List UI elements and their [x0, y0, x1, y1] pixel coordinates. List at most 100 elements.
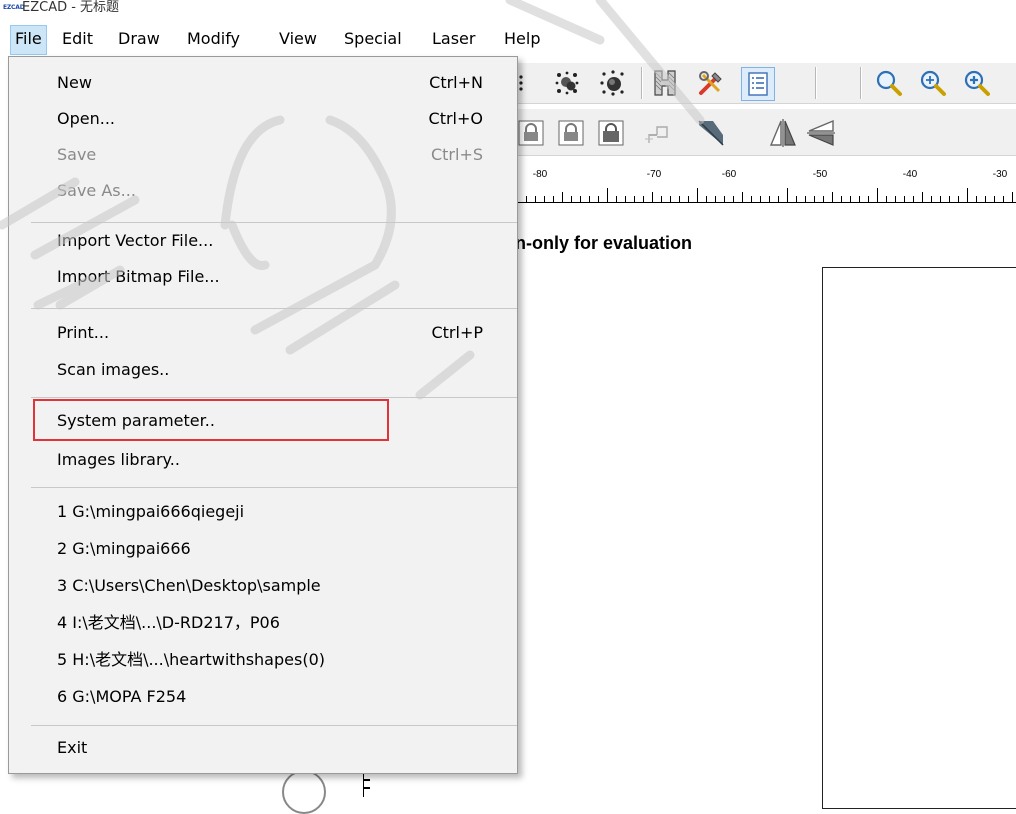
- ruler-tick: [526, 196, 527, 202]
- menu-item-print[interactable]: Print... Ctrl+P: [9, 317, 517, 351]
- menu-file[interactable]: File: [10, 25, 47, 55]
- lock-icon[interactable]: [515, 117, 547, 149]
- menu-modify[interactable]: Modify: [183, 25, 244, 53]
- ruler-tick: [895, 196, 896, 202]
- ruler-tick: [661, 196, 662, 202]
- menu-special[interactable]: Special: [340, 25, 406, 53]
- ruler-tick: [805, 196, 806, 202]
- ruler-tick: [823, 196, 824, 202]
- menu-item-scan-images[interactable]: Scan images..: [9, 354, 517, 388]
- recent-file-item[interactable]: 5 H:\老文档\...\heartwithshapes(0): [9, 644, 517, 678]
- ruler-tick: [994, 196, 995, 202]
- ruler-tick: [535, 196, 536, 202]
- menu-item-label: Save As...: [57, 181, 136, 200]
- menu-item-shortcut: Ctrl+P: [431, 323, 483, 342]
- side-tool-icon[interactable]: [282, 770, 326, 814]
- zoom-icon[interactable]: [873, 67, 905, 99]
- ruler-tick: [571, 196, 572, 202]
- recent-file-item[interactable]: 2 G:\mingpai666: [9, 533, 517, 567]
- list-icon[interactable]: [741, 67, 775, 101]
- menu-item-label: Print...: [57, 323, 110, 342]
- menu-item-save-as: Save As...: [9, 175, 517, 209]
- ruler-tick: [733, 196, 734, 202]
- lock-all-icon[interactable]: [595, 117, 627, 149]
- ruler-tick: [967, 188, 968, 202]
- menu-item-import-vector[interactable]: Import Vector File...: [9, 225, 517, 259]
- ruler-tick: [904, 196, 905, 202]
- ruler-tick: [832, 192, 833, 202]
- work-area-rect: [822, 267, 1016, 809]
- ruler-tick: [706, 196, 707, 202]
- ruler-label: -40: [902, 169, 918, 180]
- menu-laser[interactable]: Laser: [428, 25, 479, 53]
- menu-item-label: Import Bitmap File...: [57, 267, 220, 286]
- menu-item-label: Import Vector File...: [57, 231, 214, 250]
- menu-item-label: Save: [57, 145, 97, 164]
- zoom-in-icon[interactable]: [917, 67, 949, 99]
- menu-item-label: Images library..: [57, 450, 180, 469]
- ruler-tick: [751, 196, 752, 202]
- menu-edit[interactable]: Edit: [58, 25, 97, 53]
- ruler-tick: [643, 196, 644, 202]
- ruler-tick: [580, 196, 581, 202]
- menu-help[interactable]: Help: [500, 25, 544, 53]
- ruler-tick: [697, 188, 698, 202]
- menu-separator: [31, 222, 517, 223]
- vertical-ruler-stub: [363, 773, 372, 797]
- menu-draw[interactable]: Draw: [114, 25, 164, 53]
- menu-separator: [31, 397, 517, 398]
- hatch-icon[interactable]: [649, 67, 681, 99]
- ruler-tick: [814, 196, 815, 202]
- ruler-tick: [553, 196, 554, 202]
- window-title: EZCAD - 无标题: [22, 0, 120, 15]
- drawing-canvas[interactable]: n-only for evaluation: [515, 203, 1016, 809]
- ruler-tick: [634, 196, 635, 202]
- ruler-tick: [616, 196, 617, 202]
- ruler-tick: [742, 192, 743, 202]
- ruler-tick: [607, 188, 608, 202]
- ruler-tick: [850, 196, 851, 202]
- menu-item-images-library[interactable]: Images library..: [9, 444, 517, 478]
- tools-icon[interactable]: [695, 67, 727, 99]
- ruler-tick: [688, 196, 689, 202]
- toolbar-second: [515, 108, 1016, 156]
- menu-item-shortcut: Ctrl+S: [430, 145, 483, 164]
- title-bar: EZCAD EZCAD - 无标题: [0, 0, 1016, 20]
- node-edit-icon[interactable]: [551, 67, 583, 99]
- recent-file-item[interactable]: 1 G:\mingpai666qiegeji: [9, 496, 517, 530]
- mirror-horizontal-icon[interactable]: [767, 117, 799, 149]
- menu-item-exit[interactable]: Exit: [9, 732, 517, 766]
- arrow-icon[interactable]: [695, 117, 727, 149]
- menu-item-import-bitmap[interactable]: Import Bitmap File...: [9, 261, 517, 295]
- recent-file-item[interactable]: 4 I:\老文档\...\D-RD217，P06: [9, 607, 517, 641]
- menu-item-label: Exit: [57, 738, 88, 757]
- recent-file-item[interactable]: 3 C:\Users\Chen\Desktop\sample: [9, 570, 517, 604]
- unlock-icon[interactable]: [555, 117, 587, 149]
- menu-item-new[interactable]: New Ctrl+N: [9, 67, 517, 101]
- ruler-tick: [922, 192, 923, 202]
- zoom-plus-icon[interactable]: [961, 67, 993, 99]
- recent-file-item[interactable]: 6 G:\MOPA F254: [9, 681, 517, 715]
- ruler-tick: [769, 196, 770, 202]
- ruler-tick: [544, 196, 545, 202]
- ruler-tick: [958, 196, 959, 202]
- ruler-tick: [589, 196, 590, 202]
- ruler-label: -70: [646, 169, 662, 180]
- ruler-tick: [778, 196, 779, 202]
- menu-separator: [31, 725, 517, 726]
- menu-item-open[interactable]: Open... Ctrl+O: [9, 103, 517, 137]
- ruler-tick: [868, 196, 869, 202]
- grid-snap-icon[interactable]: [641, 117, 673, 149]
- ruler-tick: [562, 192, 563, 202]
- menu-bar: File Edit Draw Modify View Special Laser…: [0, 22, 1016, 56]
- menu-item-shortcut: Ctrl+N: [429, 73, 483, 92]
- mirror-vertical-icon[interactable]: [805, 117, 837, 149]
- ruler-tick: [796, 196, 797, 202]
- menu-view[interactable]: View: [275, 25, 321, 53]
- select-points-icon[interactable]: [515, 67, 547, 99]
- node-fill-icon[interactable]: [597, 67, 629, 99]
- ruler-tick: [841, 196, 842, 202]
- menu-item-label: 3 C:\Users\Chen\Desktop\sample: [57, 576, 321, 595]
- file-menu-dropdown: New Ctrl+N Open... Ctrl+O Save Ctrl+S Sa…: [8, 56, 518, 774]
- ruler-tick: [715, 196, 716, 202]
